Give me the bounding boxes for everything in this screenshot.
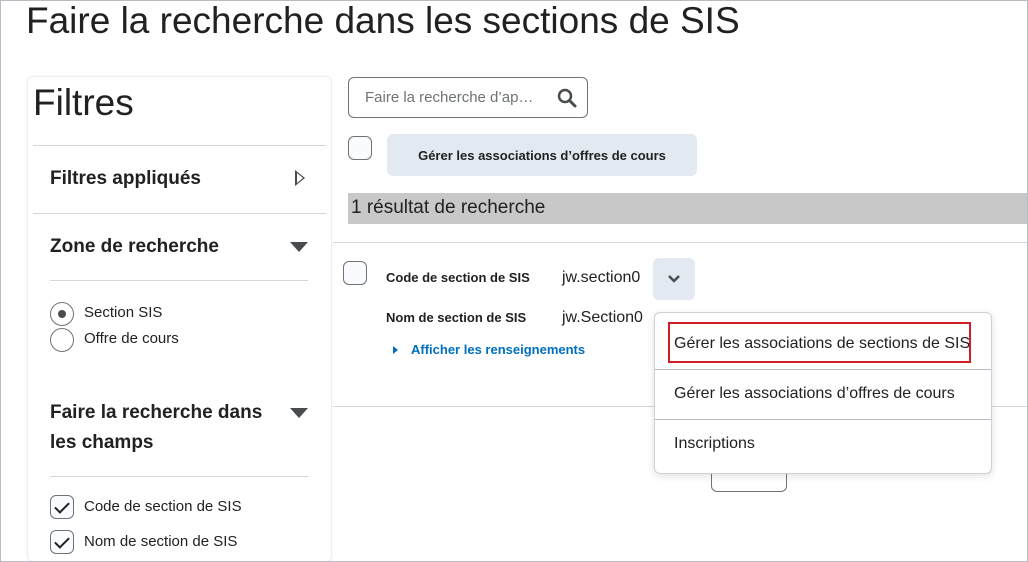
manage-course-offering-associations-button[interactable]: Gérer les associations d’offres de cours	[387, 134, 697, 176]
checkbox-code-field[interactable]	[50, 495, 74, 519]
filters-title: Filtres	[33, 82, 134, 123]
divider	[50, 476, 308, 477]
checkbox-label: Nom de section de SIS	[84, 533, 238, 550]
show-details-link[interactable]: Afficher les renseignements	[393, 342, 585, 357]
search-fields-heading-2: les champs	[50, 432, 154, 453]
code-label: Code de section de SIS	[386, 270, 530, 285]
highlight-box	[668, 322, 971, 363]
page-title: Faire la recherche dans les sections de …	[26, 0, 740, 41]
radio-label: Offre de cours	[84, 330, 179, 347]
caret-down-icon[interactable]	[290, 242, 308, 252]
result-count: 1 résultat de recherche	[348, 193, 1028, 224]
select-all-checkbox[interactable]	[348, 136, 372, 160]
caret-down-icon[interactable]	[290, 408, 308, 418]
radio-label: Section SIS	[84, 304, 163, 321]
search-placeholder: Faire la recherche d’ap…	[365, 89, 534, 106]
divider	[33, 213, 326, 214]
applied-filters-toggle[interactable]: Filtres appliqués	[50, 168, 201, 190]
divider	[333, 242, 1028, 243]
menu-item-enrollments[interactable]: Inscriptions	[655, 419, 991, 469]
menu-item-manage-course-offering-associations[interactable]: Gérer les associations d’offres de cours	[655, 369, 991, 419]
row-actions-menu: Gérer les associations de sections de SI…	[654, 312, 992, 474]
code-value: jw.section0	[562, 269, 641, 286]
chevron-down-icon	[668, 274, 680, 283]
search-icon[interactable]	[556, 87, 578, 109]
name-label: Nom de section de SIS	[386, 310, 527, 325]
show-details-label: Afficher les renseignements	[411, 342, 586, 357]
divider	[50, 280, 308, 281]
row-actions-button[interactable]	[653, 258, 695, 300]
radio-section-sis[interactable]	[50, 302, 74, 326]
search-fields-heading[interactable]: Faire la recherche dans	[50, 402, 262, 424]
row-checkbox[interactable]	[343, 261, 367, 285]
checkbox-label: Code de section de SIS	[84, 498, 242, 515]
radio-course-offering[interactable]	[50, 328, 74, 352]
search-zone-heading[interactable]: Zone de recherche	[50, 236, 219, 258]
caret-right-icon[interactable]	[295, 170, 305, 186]
name-value: jw.Section0	[562, 309, 643, 326]
search-input[interactable]: Faire la recherche d’ap…	[348, 77, 588, 118]
divider	[33, 145, 326, 146]
checkbox-name-field[interactable]	[50, 530, 74, 554]
